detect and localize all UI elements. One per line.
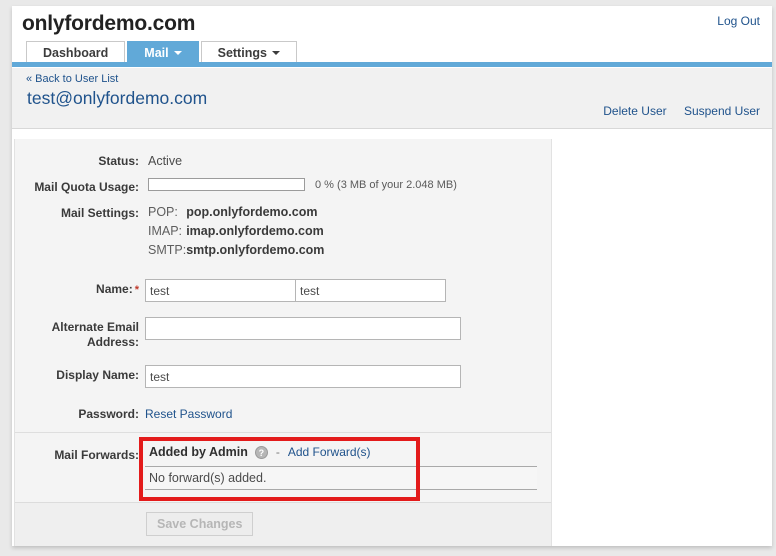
delete-user-link[interactable]: Delete User bbox=[603, 104, 666, 118]
table-row: IMAP: imap.onlyfordemo.com bbox=[148, 223, 324, 242]
tab-settings[interactable]: Settings bbox=[201, 41, 297, 63]
table-row: SMTP: smtp.onlyfordemo.com bbox=[148, 242, 324, 261]
alternate-email-input[interactable] bbox=[145, 317, 461, 340]
user-actions: Delete User Suspend User bbox=[589, 104, 760, 118]
password-label: Password: bbox=[15, 404, 139, 422]
chevron-down-icon bbox=[174, 51, 182, 55]
forwards-empty-message: No forward(s) added. bbox=[145, 466, 537, 490]
top-bar: onlyfordemo.com Log Out Dashboard Mail S… bbox=[12, 6, 772, 68]
mail-forwards-label: Mail Forwards: bbox=[15, 441, 139, 463]
imap-key: IMAP: bbox=[148, 223, 186, 242]
forwards-section-title: Added by Admin bbox=[149, 445, 248, 459]
row-alternate-email: Alternate Email Address: bbox=[15, 313, 551, 354]
row-password: Password: Reset Password bbox=[15, 400, 551, 426]
pop-value: pop.onlyfordemo.com bbox=[186, 204, 324, 223]
panel-footer: Save Changes bbox=[15, 502, 551, 546]
chevron-down-icon bbox=[272, 51, 280, 55]
name-label: Name:* bbox=[15, 279, 139, 298]
back-to-user-list-link[interactable]: « Back to User List bbox=[26, 73, 118, 85]
suspend-user-link[interactable]: Suspend User bbox=[684, 104, 760, 118]
separator-dash: - bbox=[276, 445, 280, 459]
name-label-text: Name: bbox=[96, 282, 133, 296]
add-forwards-link[interactable]: Add Forward(s) bbox=[288, 445, 371, 459]
row-name: Name:* bbox=[15, 275, 551, 306]
display-name-input[interactable] bbox=[145, 365, 461, 388]
imap-value: imap.onlyfordemo.com bbox=[186, 223, 324, 242]
tab-dashboard[interactable]: Dashboard bbox=[26, 41, 125, 63]
row-mail-settings: Mail Settings: POP: pop.onlyfordemo.com … bbox=[15, 199, 551, 265]
tab-mail[interactable]: Mail bbox=[127, 41, 198, 63]
row-mail-forwards: Mail Forwards: Added by Admin ? - Add Fo… bbox=[15, 437, 551, 500]
smtp-key: SMTP: bbox=[148, 242, 186, 261]
alternate-email-label: Alternate Email Address: bbox=[15, 317, 139, 350]
first-name-input[interactable] bbox=[145, 279, 296, 302]
pop-key: POP: bbox=[148, 204, 186, 223]
quota-percent: 0 % bbox=[315, 179, 334, 191]
display-name-label: Display Name: bbox=[15, 365, 139, 383]
mail-quota-label: Mail Quota Usage: bbox=[15, 177, 139, 195]
application-window: onlyfordemo.com Log Out Dashboard Mail S… bbox=[12, 6, 772, 546]
quota-progress-bar bbox=[148, 178, 305, 191]
mail-settings-label: Mail Settings: bbox=[15, 203, 139, 221]
quota-detail: (3 MB of your 2.048 MB) bbox=[337, 179, 457, 191]
forwards-header: Added by Admin ? - Add Forward(s) bbox=[145, 441, 551, 466]
help-icon[interactable]: ? bbox=[255, 446, 268, 459]
quota-usage-text: 0 % (3 MB of your 2.048 MB) bbox=[315, 179, 457, 191]
tab-underline-rule bbox=[12, 62, 772, 67]
row-display-name: Display Name: bbox=[15, 361, 551, 392]
save-changes-button[interactable]: Save Changes bbox=[146, 512, 253, 536]
mail-settings-table: POP: pop.onlyfordemo.com IMAP: imap.only… bbox=[148, 204, 324, 261]
status-badge: Active bbox=[148, 151, 551, 168]
row-status: Status: Active bbox=[15, 147, 551, 173]
user-detail-panel: Status: Active Mail Quota Usage: 0 % (3 bbox=[14, 139, 552, 546]
reset-password-link[interactable]: Reset Password bbox=[145, 404, 232, 421]
row-mail-quota: Mail Quota Usage: 0 % (3 MB of your 2.04… bbox=[15, 173, 551, 199]
smtp-value: smtp.onlyfordemo.com bbox=[186, 242, 324, 261]
page-title: onlyfordemo.com bbox=[22, 12, 195, 36]
last-name-input[interactable] bbox=[295, 279, 446, 302]
tab-mail-label: Mail bbox=[144, 46, 168, 60]
user-header-band: « Back to User List test@onlyfordemo.com… bbox=[12, 68, 772, 129]
logout-link[interactable]: Log Out bbox=[717, 14, 760, 28]
status-label: Status: bbox=[15, 151, 139, 169]
section-divider bbox=[15, 432, 551, 433]
table-row: POP: pop.onlyfordemo.com bbox=[148, 204, 324, 223]
user-email-heading: test@onlyfordemo.com bbox=[27, 88, 207, 109]
tab-settings-label: Settings bbox=[218, 46, 267, 60]
main-tabs: Dashboard Mail Settings bbox=[26, 41, 299, 63]
tab-dashboard-label: Dashboard bbox=[43, 46, 108, 60]
